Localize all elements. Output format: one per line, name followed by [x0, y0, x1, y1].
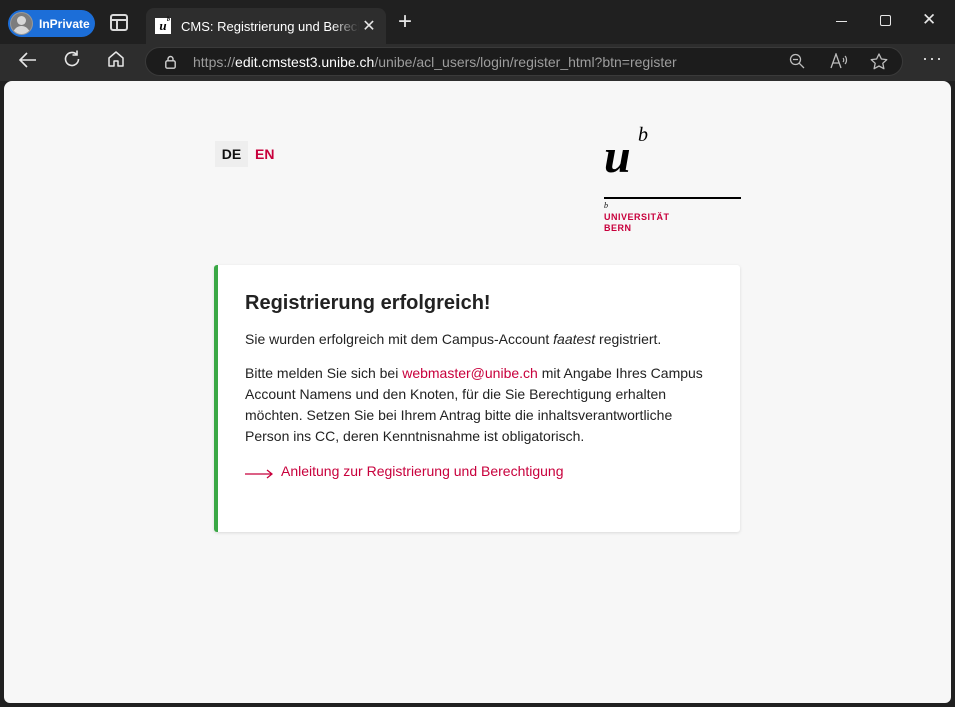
logo-rule: [604, 197, 741, 199]
unibe-logo[interactable]: u b b UNIVERSITÄT BERN: [604, 125, 741, 235]
refresh-icon[interactable]: [62, 49, 82, 75]
guide-link[interactable]: Anleitung zur Registrierung und Berechti…: [245, 463, 564, 479]
logo-b: b: [638, 124, 648, 146]
p2-before: Bitte melden Sie sich bei: [245, 365, 403, 381]
inprivate-label: InPrivate: [39, 16, 90, 31]
browser-titlebar: InPrivate ub CMS: Registrierung und Bere…: [0, 0, 955, 44]
address-bar[interactable]: https://edit.cmstest3.unibe.ch/unibe/acl…: [145, 47, 903, 76]
maximize-icon[interactable]: [880, 15, 891, 26]
browser-tab[interactable]: ub CMS: Registrierung und Berechtigung ✕: [146, 8, 386, 44]
back-icon[interactable]: [18, 50, 38, 76]
favorite-icon[interactable]: [870, 53, 888, 74]
arrow-right-icon: [245, 466, 274, 479]
page-title: Registrierung erfolgreich!: [245, 292, 491, 314]
url-path: /unibe/acl_users/login/register_html?btn…: [374, 54, 677, 70]
inprivate-badge[interactable]: InPrivate: [8, 10, 95, 37]
read-aloud-icon[interactable]: [830, 52, 848, 73]
url-text[interactable]: https://edit.cmstest3.unibe.ch/unibe/acl…: [193, 54, 677, 70]
logo-line-universitaet: UNIVERSITÄT: [604, 212, 670, 222]
url-host: edit.cmstest3.unibe.ch: [235, 54, 375, 70]
logo-u: u: [604, 130, 631, 183]
more-icon[interactable]: ···: [922, 48, 943, 69]
minimize-icon[interactable]: [836, 21, 847, 22]
browser-toolbar: https://edit.cmstest3.unibe.ch/unibe/acl…: [0, 44, 955, 81]
success-message-card: Registrierung erfolgreich! Sie wurden er…: [214, 265, 740, 532]
close-icon[interactable]: ✕: [361, 16, 377, 36]
lang-en[interactable]: EN: [248, 141, 281, 167]
logo-small-b: b: [604, 201, 608, 210]
tab-title: CMS: Registrierung und Berechtigung: [181, 18, 359, 34]
page-viewport: DE EN u b b UNIVERSITÄT BERN Registrieru…: [4, 81, 951, 703]
webmaster-email-link[interactable]: webmaster@unibe.ch: [402, 365, 538, 381]
p1-before: Sie wurden erfolgreich mit dem Campus-Ac…: [245, 331, 554, 347]
home-icon[interactable]: [106, 49, 126, 69]
tab-actions-icon[interactable]: [110, 14, 128, 31]
zoom-icon[interactable]: [789, 53, 805, 73]
campus-account-name: faatest: [553, 331, 596, 347]
registration-confirmation-text: Sie wurden erfolgreich mit dem Campus-Ac…: [245, 329, 715, 350]
favicon-icon: ub: [155, 17, 171, 34]
avatar-icon: [10, 12, 33, 35]
language-switcher: DE EN: [215, 141, 281, 167]
logo-line-bern: BERN: [604, 223, 632, 233]
url-scheme: https://: [193, 54, 236, 70]
close-window-icon[interactable]: ✕: [922, 10, 936, 30]
logo-text: UNIVERSITÄT BERN: [604, 212, 670, 234]
lang-de[interactable]: DE: [215, 141, 248, 167]
instructions-text: Bitte melden Sie sich bei webmaster@unib…: [245, 363, 715, 447]
p1-after: registriert.: [595, 331, 662, 347]
lock-icon[interactable]: [165, 55, 176, 69]
plus-icon[interactable]: +: [398, 10, 412, 34]
guide-link-text[interactable]: Anleitung zur Registrierung und Berechti…: [281, 463, 564, 479]
